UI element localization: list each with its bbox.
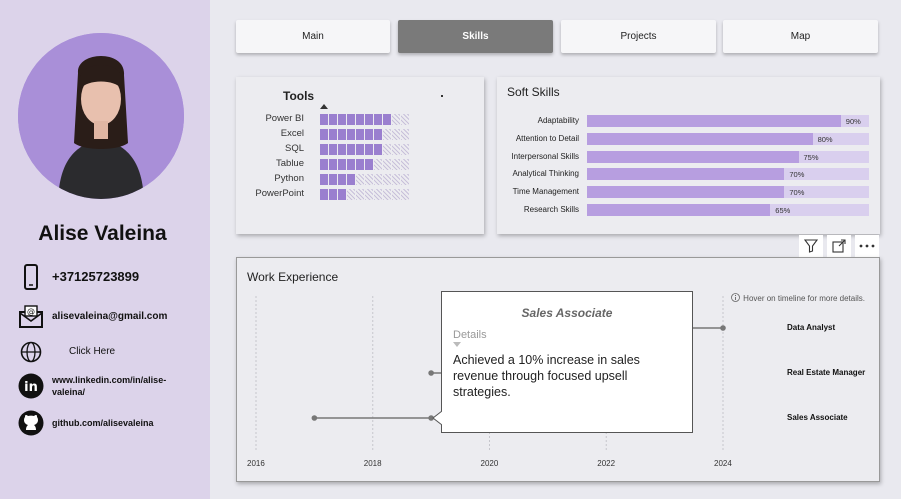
caret-down-icon (453, 342, 461, 347)
role-endpoint[interactable] (311, 415, 318, 421)
year-tick-label: 2018 (363, 459, 382, 468)
year-tick-label: 2020 (480, 459, 499, 468)
year-tick-label: 2016 (247, 459, 265, 468)
year-tick-label: 2024 (714, 459, 732, 468)
role-label: Data Analyst (787, 323, 836, 332)
role-label: Real Estate Manager (787, 368, 866, 377)
tooltip-title: Sales Associate (521, 306, 613, 320)
tooltip-body: Achieved a 10% increase in sales revenue… (453, 353, 640, 399)
year-tick-label: 2022 (597, 459, 616, 468)
tooltip-subtitle: Details (453, 329, 487, 341)
role-endpoint[interactable] (428, 370, 434, 376)
tooltip-pointer (432, 410, 444, 426)
tooltip: Sales Associate Details Achieved a 10% i… (441, 291, 693, 433)
role-label: Sales Associate (787, 413, 848, 422)
role-endpoint[interactable] (720, 325, 726, 331)
